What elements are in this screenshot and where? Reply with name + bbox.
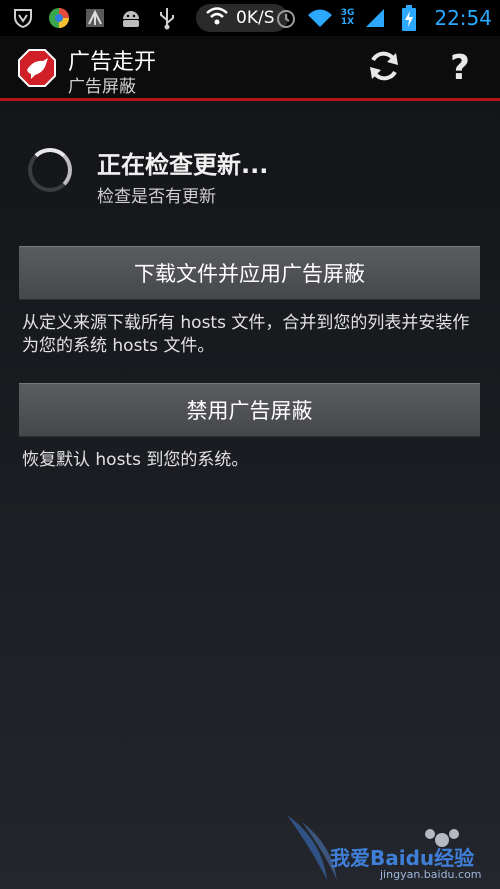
app-subtitle: 广告屏蔽 [68,77,136,97]
android-icon [118,5,144,31]
action-bar: 广告走开 广告屏蔽 ? [0,36,500,101]
download-apply-description: 从定义来源下载所有 hosts 文件，合并到您的列表并安装作为您的系统 host… [22,313,470,356]
wifi-signal-icon [307,5,333,31]
watermark-url: jingyan.baidu.com [380,868,482,881]
status-title: 正在检查更新... [97,151,269,179]
disable-blocking-button[interactable]: 禁用广告屏蔽 [19,383,480,437]
network-speed-text: 0K/S [236,8,275,28]
network-type-label: 3G 1X [340,8,355,27]
refresh-icon [366,48,402,88]
refresh-button[interactable] [362,46,406,90]
alarm-icon [273,5,299,31]
antenna-icon [82,5,108,31]
colorful-app-icon [46,5,72,31]
app-logo-icon [17,48,57,88]
usb-icon [154,5,180,31]
wifi-icon [206,6,228,30]
status-bar: 0K/S 3G 1X 22:54 [0,0,500,36]
download-apply-button[interactable]: 下载文件并应用广告屏蔽 [19,246,480,300]
signal-icon [362,5,388,31]
shield-v-icon [10,5,36,31]
progress-spinner [28,148,72,192]
status-clock: 22:54 [434,6,492,30]
watermark-text: 我爱Baidu经验 [330,846,475,870]
disable-blocking-description: 恢复默认 hosts 到您的系统。 [22,450,249,470]
battery-charging-icon [396,5,422,31]
status-subtitle: 检查是否有更新 [97,187,216,207]
help-button[interactable]: ? [438,46,482,90]
